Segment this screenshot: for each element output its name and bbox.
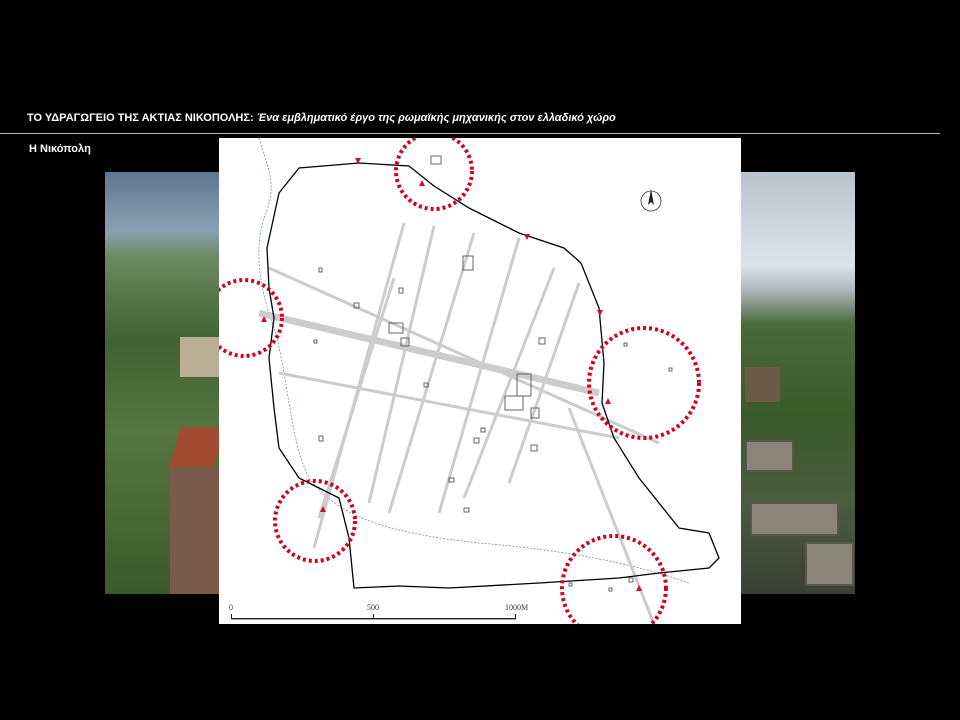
building-footprint (530, 444, 538, 452)
city-wall (266, 162, 720, 589)
street (387, 232, 476, 514)
building-footprint (623, 342, 628, 347)
gate-marker (605, 398, 611, 404)
building-footprint (538, 337, 546, 345)
building-shape (170, 467, 220, 594)
title-divider (0, 133, 940, 134)
slide-title: ΤΟ ΥΔΡΑΓΩΓΕΙΟ ΤΗΣ ΑΚΤΙΑΣ ΝΙΚΟΠΟΛΗΣ: Ένα … (27, 112, 616, 124)
building-footprint (473, 437, 480, 444)
building-footprint (318, 435, 324, 442)
building-footprint (430, 155, 442, 165)
street (367, 225, 436, 504)
building-footprint (313, 339, 318, 344)
building-footprint (668, 367, 673, 372)
building-shape (745, 367, 780, 402)
street (268, 266, 660, 445)
title-regular: ΤΟ ΥΔΡΑΓΩΓΕΙΟ ΤΗΣ ΑΚΤΙΑΣ ΝΙΚΟΠΟΛΗΣ: (27, 112, 254, 124)
city-plan-svg: 0 500 1000Μ (219, 138, 720, 624)
gate-marker (419, 180, 425, 186)
scale-label-500: 500 (367, 603, 379, 612)
building-footprint (504, 395, 524, 411)
slide-subtitle: Η Νικόπολη (29, 143, 91, 155)
scale-bar: 0 500 1000Μ (229, 603, 528, 620)
nikopolis-city-plan: 0 500 1000Μ (219, 138, 741, 624)
building-footprint (608, 587, 613, 592)
building-shape (180, 337, 220, 377)
ruin-shape (750, 502, 839, 536)
roof-shape (168, 427, 220, 467)
street-grid (258, 222, 660, 624)
gate-highlight-circle (587, 326, 701, 440)
building-footprint (480, 427, 486, 433)
street (317, 277, 396, 519)
gate-markers (261, 158, 642, 591)
reconstruction-image-left (105, 172, 220, 594)
scale-label-1000: 1000Μ (505, 603, 528, 612)
ruin-shape (745, 440, 794, 472)
building-footprint (463, 507, 470, 513)
building-footprint (318, 267, 323, 273)
building-footprint (398, 287, 404, 294)
street (567, 407, 656, 624)
building-footprint (568, 582, 573, 587)
reconstruction-image-right (740, 172, 855, 594)
gate-highlights (219, 138, 701, 624)
gate-marker (597, 310, 603, 316)
ruin-shape (805, 542, 854, 586)
gate-highlight-circle (273, 479, 357, 563)
gate-highlight-circle (394, 138, 474, 211)
scale-label-0: 0 (229, 603, 233, 612)
north-arrow-icon (640, 189, 662, 212)
building-footprint (628, 577, 634, 583)
title-italic: Ένα εμβληματικό έργο της ρωμαϊκής μηχανι… (256, 112, 616, 124)
